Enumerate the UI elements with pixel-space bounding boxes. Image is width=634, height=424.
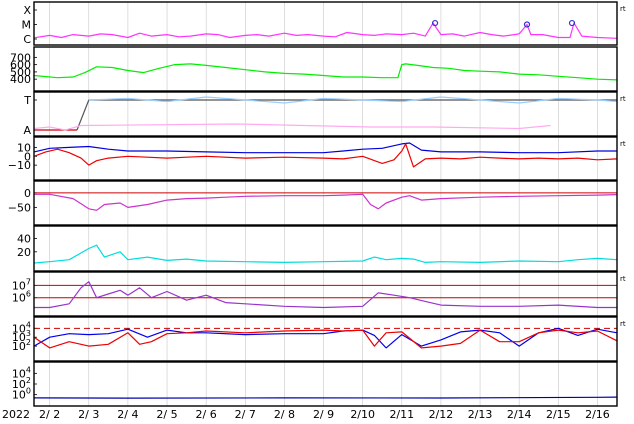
x-tick-label: 2/ 3 bbox=[78, 408, 99, 421]
x-tick-label: 2/12 bbox=[429, 408, 454, 421]
y-tick-label: 102 bbox=[12, 338, 31, 353]
y-tick-label: M bbox=[22, 19, 32, 32]
x-tick-label: 2/ 6 bbox=[196, 408, 217, 421]
x-tick-label: 2/16 bbox=[585, 408, 610, 421]
x-tick-label: 2/ 7 bbox=[235, 408, 256, 421]
panel-proton_flux bbox=[33, 271, 618, 317]
x-tick-label: 2/10 bbox=[350, 408, 375, 421]
y-tick-label: 40 bbox=[17, 233, 31, 246]
x-tick-label: 2/15 bbox=[546, 408, 571, 421]
space-weather-chart: XMCrt700600500400TArt100−10rt0−504020107… bbox=[2, 1, 626, 421]
year-label: 2022 bbox=[2, 408, 30, 421]
x-tick-label: 2/ 9 bbox=[313, 408, 334, 421]
y-tick-label: −50 bbox=[8, 201, 31, 214]
panel-right-mark: rt bbox=[620, 95, 626, 103]
panel-imf_bz_bt bbox=[33, 136, 618, 181]
y-tick-label: 106 bbox=[12, 290, 31, 305]
y-tick-label: −10 bbox=[8, 159, 31, 172]
panel-right-mark: rt bbox=[620, 320, 626, 328]
y-tick-label: X bbox=[23, 4, 31, 17]
y-tick-label: A bbox=[23, 124, 31, 137]
panel-magnetic_sector bbox=[33, 91, 618, 137]
panel-background bbox=[34, 362, 617, 406]
y-tick-label: 100 bbox=[12, 387, 31, 402]
y-tick-label: T bbox=[23, 94, 31, 107]
panel-high_energy_electrons bbox=[33, 361, 618, 407]
x-tick-label: 2/13 bbox=[468, 408, 493, 421]
panel-background bbox=[34, 226, 617, 271]
panel-wind_speed bbox=[33, 46, 618, 92]
y-tick-label: 20 bbox=[17, 246, 31, 259]
y-tick-label: 400 bbox=[10, 73, 31, 86]
x-tick-label: 2/11 bbox=[389, 408, 414, 421]
x-tick-label: 2/ 2 bbox=[39, 408, 60, 421]
panel-kp bbox=[33, 225, 618, 272]
panel-electron_flux bbox=[33, 316, 618, 362]
y-tick-label: C bbox=[23, 33, 31, 46]
x-tick-label: 2/ 8 bbox=[274, 408, 295, 421]
x-tick-label: 2/ 4 bbox=[117, 408, 138, 421]
panel-right-mark: rt bbox=[620, 140, 626, 148]
x-tick-label: 2/14 bbox=[507, 408, 532, 421]
panel-xray bbox=[33, 1, 618, 46]
panel-background bbox=[34, 272, 617, 316]
panel-background bbox=[34, 181, 617, 225]
panel-right-mark: rt bbox=[620, 5, 626, 13]
x-tick-label: 2/ 5 bbox=[156, 408, 177, 421]
y-tick-label: 0 bbox=[24, 187, 31, 200]
panel-dst bbox=[33, 180, 618, 226]
panel-right-mark: rt bbox=[620, 275, 626, 283]
